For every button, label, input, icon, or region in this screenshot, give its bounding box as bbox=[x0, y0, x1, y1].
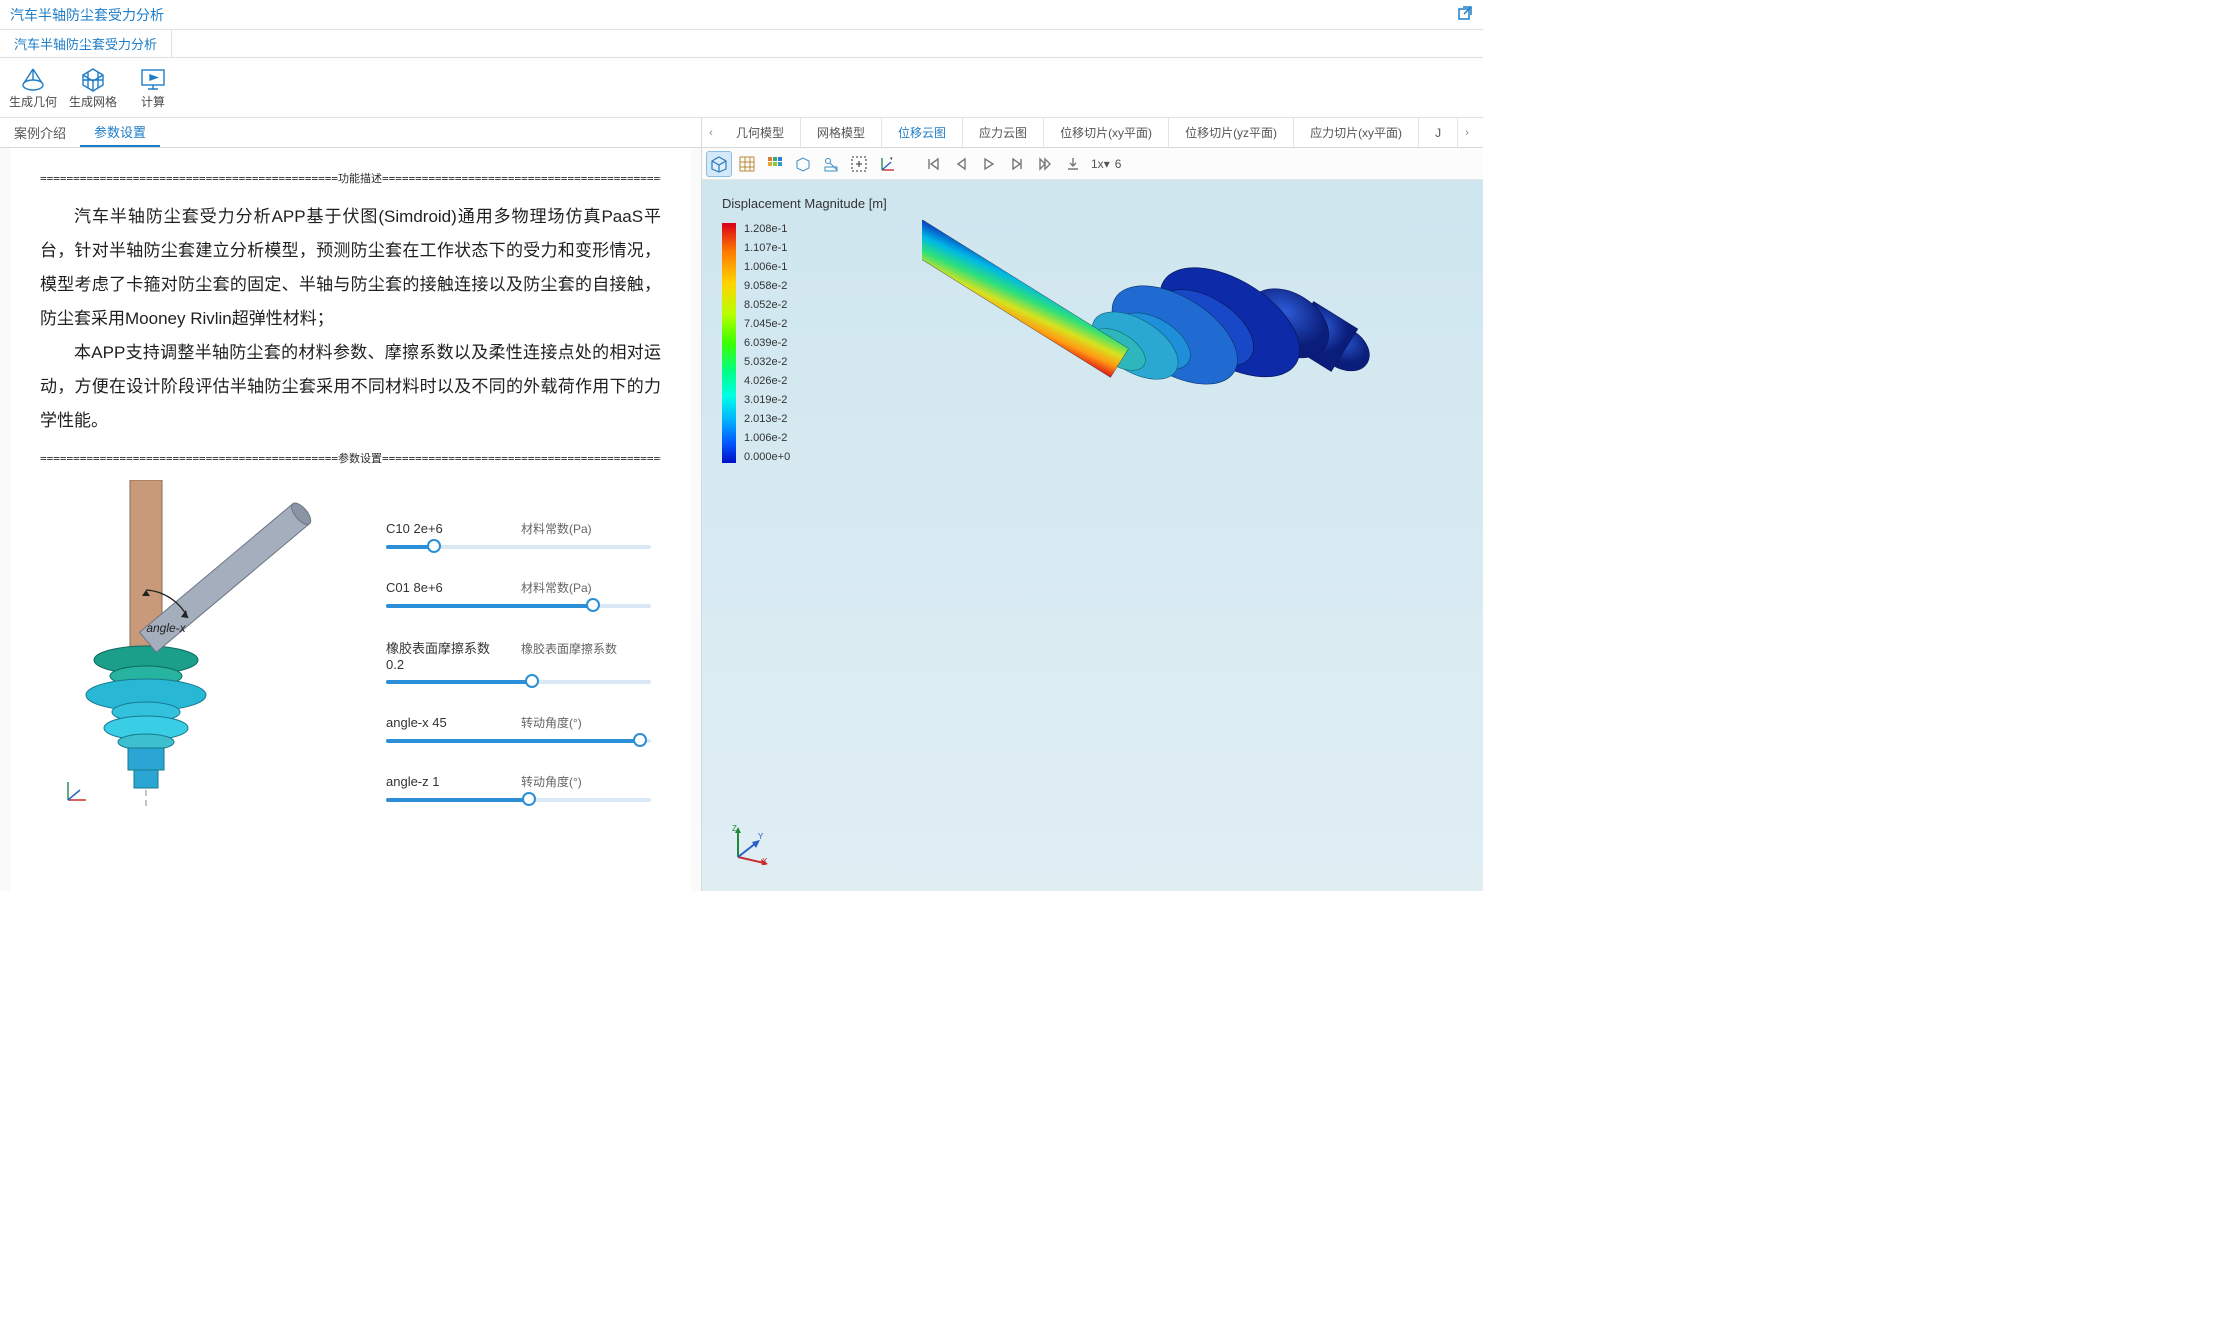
legend-tick: 1.107e-1 bbox=[744, 242, 790, 254]
viewer-tab[interactable]: 应力云图 bbox=[963, 118, 1044, 147]
anim-export-icon[interactable] bbox=[1060, 151, 1086, 177]
legend-tick: 1.208e-1 bbox=[744, 223, 790, 235]
param-slider[interactable] bbox=[386, 676, 651, 686]
param-value: 1 bbox=[432, 774, 439, 789]
legend-tick: 1.006e-2 bbox=[744, 432, 790, 444]
param-name: C10 bbox=[386, 521, 410, 536]
compute-label: 计算 bbox=[141, 93, 165, 110]
breadcrumb-label: 汽车半轴防尘套受力分析 bbox=[14, 34, 157, 53]
svg-text:Z: Z bbox=[732, 824, 737, 833]
compute-icon bbox=[138, 65, 168, 93]
mini-axis-triad-icon bbox=[64, 776, 92, 804]
viewer-tab[interactable]: 应力切片(xy平面) bbox=[1294, 118, 1419, 147]
param-desc: 材料常数(Pa) bbox=[521, 520, 651, 537]
svg-text:angle-x: angle-x bbox=[146, 621, 186, 635]
axis-triad-icon: Z Y X bbox=[728, 823, 770, 865]
param-value: 45 bbox=[432, 715, 446, 730]
legend-tick: 1.006e-1 bbox=[744, 261, 790, 273]
anim-prev-button[interactable] bbox=[948, 151, 974, 177]
svg-text:▾: ▾ bbox=[890, 156, 893, 162]
geometry-icon bbox=[18, 65, 48, 93]
color-legend: Displacement Magnitude [m] 1.208e-1 1.107… bbox=[722, 196, 887, 463]
svg-text:X: X bbox=[762, 857, 768, 865]
legend-tick: 7.045e-2 bbox=[744, 318, 790, 330]
left-content-scroll[interactable]: ========================================… bbox=[0, 148, 701, 891]
view-light-icon[interactable] bbox=[818, 151, 844, 177]
param-desc: 转动角度(°) bbox=[521, 773, 651, 790]
legend-tick: 2.013e-2 bbox=[744, 413, 790, 425]
param-slider[interactable] bbox=[386, 794, 651, 804]
model-render bbox=[922, 220, 1482, 780]
page-title: 汽车半轴防尘套受力分析 bbox=[10, 5, 164, 25]
param-value: 2e+6 bbox=[413, 521, 442, 536]
viewer-tab[interactable]: 网格模型 bbox=[801, 118, 882, 147]
param-slider[interactable] bbox=[386, 735, 651, 745]
legend-tick: 4.026e-2 bbox=[744, 375, 790, 387]
description-block: 汽车半轴防尘套受力分析APP基于伏图(Simdroid)通用多物理场仿真PaaS… bbox=[40, 200, 661, 438]
anim-last-button[interactable] bbox=[1032, 151, 1058, 177]
compute-button[interactable]: 计算 bbox=[128, 62, 178, 114]
view-grid-icon[interactable] bbox=[734, 151, 760, 177]
legend-tick: 6.039e-2 bbox=[744, 337, 790, 349]
anim-play-button[interactable] bbox=[976, 151, 1002, 177]
tab-intro[interactable]: 案例介绍 bbox=[0, 118, 80, 147]
main-toolbar: 生成几何 生成网格 计算 bbox=[0, 58, 1483, 118]
mesh-icon bbox=[78, 65, 108, 93]
anim-speed-selector[interactable]: 1x▾ bbox=[1091, 157, 1110, 171]
axis-orientation-icon[interactable]: ▾ bbox=[874, 151, 900, 177]
generate-geometry-label: 生成几何 bbox=[9, 93, 57, 110]
param-value: 0.2 bbox=[386, 657, 404, 672]
legend-tick: 0.000e+0 bbox=[744, 451, 790, 463]
legend-tick: 5.032e-2 bbox=[744, 356, 790, 368]
param-desc: 材料常数(Pa) bbox=[521, 579, 651, 596]
param-slider[interactable] bbox=[386, 541, 651, 551]
anim-first-button[interactable] bbox=[920, 151, 946, 177]
param-slider[interactable] bbox=[386, 600, 651, 610]
tab-scroll-left-button[interactable]: ‹ bbox=[702, 118, 720, 147]
param-name: angle-z bbox=[386, 774, 429, 789]
param-name: angle-x bbox=[386, 715, 429, 730]
external-link-icon[interactable] bbox=[1457, 5, 1473, 24]
param-name: C01 bbox=[386, 580, 410, 595]
colorbar bbox=[722, 223, 736, 463]
svg-text:Y: Y bbox=[758, 832, 764, 841]
section-header-params: ========================================… bbox=[40, 450, 661, 466]
tab-params-label: 参数设置 bbox=[94, 122, 146, 141]
legend-tick: 9.058e-2 bbox=[744, 280, 790, 292]
legend-title: Displacement Magnitude [m] bbox=[722, 196, 887, 211]
section-header-func: ========================================… bbox=[40, 170, 661, 186]
breadcrumb-tab[interactable]: 汽车半轴防尘套受力分析 bbox=[0, 30, 172, 57]
viewer-tab[interactable]: 位移切片(yz平面) bbox=[1169, 118, 1294, 147]
viewer-tab-partial[interactable]: J bbox=[1419, 118, 1458, 147]
generate-mesh-label: 生成网格 bbox=[69, 93, 117, 110]
parameter-diagram: angle-x bbox=[40, 480, 340, 810]
param-desc: 转动角度(°) bbox=[521, 714, 651, 731]
viewer-tab[interactable]: 位移切片(xy平面) bbox=[1044, 118, 1169, 147]
param-value: 8e+6 bbox=[413, 580, 442, 595]
generate-geometry-button[interactable]: 生成几何 bbox=[8, 62, 58, 114]
tab-params[interactable]: 参数设置 bbox=[80, 118, 160, 147]
view-wireframe-icon[interactable] bbox=[790, 151, 816, 177]
anim-next-button[interactable] bbox=[1004, 151, 1030, 177]
param-name: 橡胶表面摩擦系数 bbox=[386, 641, 490, 656]
anim-frame-number: 6 bbox=[1115, 157, 1122, 171]
description-p2: 本APP支持调整半轴防尘套的材料参数、摩擦系数以及柔性连接点处的相对运动，方便在… bbox=[40, 336, 661, 438]
viewer-canvas[interactable]: Displacement Magnitude [m] 1.208e-1 1.107… bbox=[702, 180, 1483, 891]
legend-tick: 8.052e-2 bbox=[744, 299, 790, 311]
tab-scroll-right-button[interactable]: › bbox=[1458, 118, 1476, 147]
legend-tick: 3.019e-2 bbox=[744, 394, 790, 406]
description-p1: 汽车半轴防尘套受力分析APP基于伏图(Simdroid)通用多物理场仿真PaaS… bbox=[40, 200, 661, 336]
view-colorgrid-icon[interactable] bbox=[762, 151, 788, 177]
view-fullscreen-icon[interactable] bbox=[846, 151, 872, 177]
generate-mesh-button[interactable]: 生成网格 bbox=[68, 62, 118, 114]
view-cube-icon[interactable] bbox=[706, 151, 732, 177]
tab-intro-label: 案例介绍 bbox=[14, 123, 66, 142]
viewer-tab[interactable]: 几何模型 bbox=[720, 118, 801, 147]
viewer-tab[interactable]: 位移云图 bbox=[882, 118, 963, 147]
param-desc: 橡胶表面摩擦系数 bbox=[521, 640, 651, 657]
